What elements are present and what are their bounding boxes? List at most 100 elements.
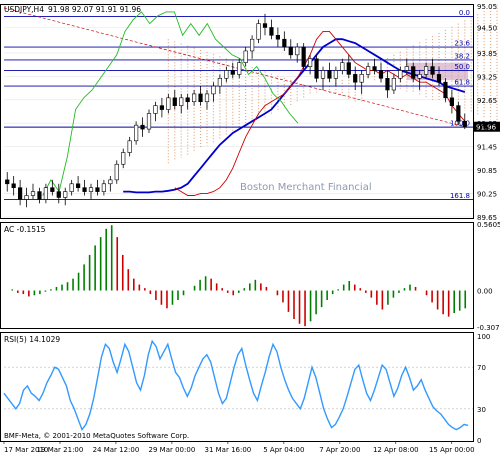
- x-tick-label: 31 Mar 16:00: [205, 446, 252, 454]
- y-axis-labels: 95.05 94.50 93.85 93.25 92.65 92.05 91.45 90.85…: [477, 3, 500, 445]
- candle-body: [301, 46, 306, 67]
- candle-body: [378, 70, 384, 79]
- x-tick-label: 5 Apr 04:00: [263, 446, 304, 454]
- candle-body: [217, 77, 222, 87]
- candle-body: [166, 97, 171, 110]
- fib-label: 61.8: [454, 79, 470, 87]
- candle-body: [327, 70, 332, 79]
- candle-body: [5, 179, 10, 185]
- candle-body: [95, 187, 100, 192]
- candle-body: [340, 62, 345, 71]
- candle-body: [114, 163, 119, 181]
- candle-body: [288, 46, 293, 56]
- series-line-ma: [123, 38, 466, 194]
- price-tick-label: 93.25: [477, 73, 497, 81]
- x-tick-label: 19 Mar 21:00: [37, 446, 84, 454]
- candle-body: [424, 66, 429, 75]
- candle-body: [295, 46, 300, 56]
- candle-body: [179, 97, 184, 106]
- candle-body: [230, 70, 235, 75]
- x-tick-label: 15 Apr 00:00: [429, 446, 475, 454]
- price-tick-label: 93.85: [477, 50, 497, 58]
- candle-body: [443, 81, 448, 99]
- candle-body: [237, 62, 242, 75]
- price-tick-label: 90.25: [477, 191, 497, 199]
- candle-body: [30, 191, 36, 196]
- ac-tick-label: 0.5605: [477, 221, 500, 229]
- candle-body: [50, 187, 55, 192]
- candle-body: [436, 74, 442, 83]
- candle-body: [18, 187, 23, 200]
- series-line-ma: [174, 30, 466, 196]
- candle-body: [262, 23, 268, 28]
- rsi-pane-frame: [0, 332, 474, 442]
- candle-body: [108, 179, 113, 185]
- chart-canvas: 0.023.638.250.061.8100.0161.891.96 95.05…: [0, 3, 500, 454]
- candle-body: [172, 97, 177, 106]
- candle-body: [404, 66, 409, 71]
- candle-body: [282, 38, 287, 48]
- ac-tick-label: -0.3074: [477, 324, 500, 332]
- candle-body: [159, 105, 164, 110]
- candle-body: [185, 97, 190, 103]
- candle-body: [456, 105, 461, 122]
- rsi-tick-label: 100: [477, 333, 490, 341]
- candle-body: [320, 70, 326, 79]
- candle-body: [333, 70, 338, 79]
- candle-body: [192, 93, 197, 103]
- fib-label: 38.2: [454, 52, 470, 60]
- x-tick-label: 12 Apr 08:00: [373, 446, 419, 454]
- price-tick-label: 95.05: [477, 3, 497, 11]
- candle-body: [346, 62, 351, 75]
- candle-body: [88, 187, 94, 192]
- candle-body: [372, 66, 377, 71]
- candle-body: [430, 66, 435, 75]
- candle-body: [43, 187, 48, 200]
- x-tick-label: 24 Mar 12:00: [93, 446, 140, 454]
- candle-body: [359, 74, 364, 83]
- candle-body: [391, 77, 396, 91]
- candle-body: [204, 93, 210, 103]
- price-tick-label: 91.45: [477, 144, 497, 152]
- grid-lines: [4, 5, 473, 218]
- candle-body: [411, 66, 416, 79]
- price-tick-label: 92.05: [477, 120, 497, 128]
- candle-body: [275, 35, 280, 40]
- candle-body: [250, 38, 255, 52]
- candle-body: [11, 183, 16, 188]
- candle-body: [417, 74, 422, 79]
- fib-label: 50.0: [454, 63, 470, 71]
- rsi-tick-label: 70: [477, 364, 486, 372]
- candle-body: [134, 124, 139, 142]
- ac-tick-label: 0.00: [477, 288, 493, 296]
- x-tick-label: 7 Apr 20:00: [319, 446, 360, 454]
- rsi-tick-label: 0: [477, 437, 481, 445]
- rsi-polyline: [3, 339, 469, 432]
- candle-body: [224, 70, 229, 79]
- rsi-title: RSI(5) 14.1029: [4, 335, 60, 344]
- candle-body: [69, 183, 74, 192]
- symbol-label: USDJPY,H4: [4, 5, 44, 14]
- candle-body: [63, 191, 68, 198]
- rsi-line: [3, 339, 473, 432]
- fib-label: 161.8: [450, 192, 470, 200]
- price-tick-label: 94.50: [477, 24, 497, 32]
- candle-body: [153, 105, 158, 114]
- fib-label: 0.0: [459, 9, 470, 17]
- watermark-text: Boston Merchant Financial: [240, 182, 372, 193]
- copyright-text: BMF-Meta, © 2001-2010 MetaQuotes Softwar…: [4, 432, 189, 440]
- candle-body: [146, 113, 152, 130]
- candle-body: [82, 187, 87, 192]
- candle-body: [353, 74, 358, 83]
- candle-body: [127, 140, 132, 153]
- candle-body: [24, 195, 29, 200]
- ohlc-label: 91.98 92.07 91.91 91.96: [48, 5, 141, 14]
- candle-body: [462, 120, 467, 128]
- candle-body: [101, 183, 106, 192]
- ac-title: AC -0.1515: [4, 225, 46, 234]
- candle-body: [308, 58, 313, 67]
- ac-pane-frame: [0, 222, 474, 329]
- candle-body: [366, 66, 371, 75]
- candle-body: [211, 85, 216, 95]
- candlesticks: [5, 13, 467, 208]
